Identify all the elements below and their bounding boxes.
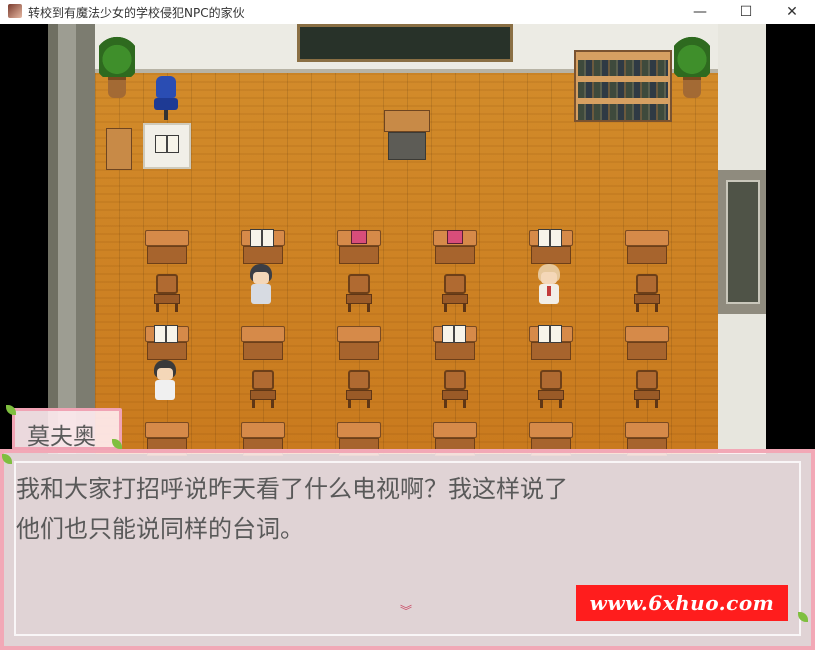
student-desk — [145, 230, 189, 264]
continue-arrow-icon[interactable]: ︾ — [398, 605, 414, 617]
potted-plant-right — [674, 33, 710, 98]
open-book-icon — [442, 325, 468, 343]
window-titlebar: 转校到有魔法少女的学校侵犯NPC的家伙 — ☐ ✕ — [0, 0, 815, 25]
student-desk — [337, 326, 381, 360]
student-desk — [625, 326, 669, 360]
student-chair — [345, 370, 373, 408]
speaker-name-box: 莫夫奥 — [12, 408, 122, 450]
watermark-text: www.6xhuo.com — [589, 591, 775, 615]
teacher-table — [143, 123, 191, 169]
speaker-name: 莫夫奥 — [27, 424, 96, 450]
leaf-ornament-icon — [6, 405, 16, 415]
teacher-office-chair — [151, 76, 181, 120]
closed-book-icon — [447, 230, 463, 244]
student-desk — [625, 230, 669, 264]
student-chair — [537, 370, 565, 408]
blackboard — [297, 24, 513, 62]
game-scene[interactable]: 莫夫奥 我和大家打招呼说昨天看了什么电视啊？我这样说了 他们也只能说同样的台词。… — [0, 24, 815, 650]
student-chair — [249, 370, 277, 408]
watermark-banner: www.6xhuo.com — [576, 585, 788, 621]
student-chair — [441, 370, 469, 408]
app-icon — [8, 4, 22, 18]
open-book-icon — [250, 229, 276, 247]
player-character[interactable] — [150, 360, 180, 400]
minimize-icon: — — [693, 4, 707, 20]
minimize-button[interactable]: — — [677, 0, 723, 24]
open-book-icon — [538, 325, 564, 343]
dialogue-line-2: 他们也只能说同样的台词。 — [16, 515, 304, 543]
open-book-icon — [538, 229, 564, 247]
maximize-button[interactable]: ☐ — [723, 0, 769, 24]
classroom-left-wall — [48, 24, 95, 454]
potted-plant-left — [99, 33, 135, 98]
student-chair — [633, 274, 661, 312]
window-title: 转校到有魔法少女的学校侵犯NPC的家伙 — [28, 6, 245, 20]
npc-student-dark-hair[interactable] — [246, 264, 276, 304]
dialogue-line-1: 我和大家打招呼说昨天看了什么电视啊？我这样说了 — [16, 475, 568, 503]
student-chair — [345, 274, 373, 312]
close-button[interactable]: ✕ — [769, 0, 815, 24]
maximize-icon: ☐ — [739, 4, 753, 20]
closed-book-icon — [351, 230, 367, 244]
side-cabinet — [106, 128, 132, 170]
student-desk — [241, 326, 285, 360]
close-icon: ✕ — [786, 4, 798, 20]
open-book-icon — [155, 135, 181, 153]
open-book-icon — [154, 325, 180, 343]
student-chair — [153, 274, 181, 312]
classroom-window — [726, 180, 760, 304]
lectern — [384, 110, 430, 160]
student-chair — [441, 274, 469, 312]
bookshelf — [574, 50, 672, 122]
npc-student-blonde[interactable] — [534, 264, 564, 304]
student-chair — [633, 370, 661, 408]
